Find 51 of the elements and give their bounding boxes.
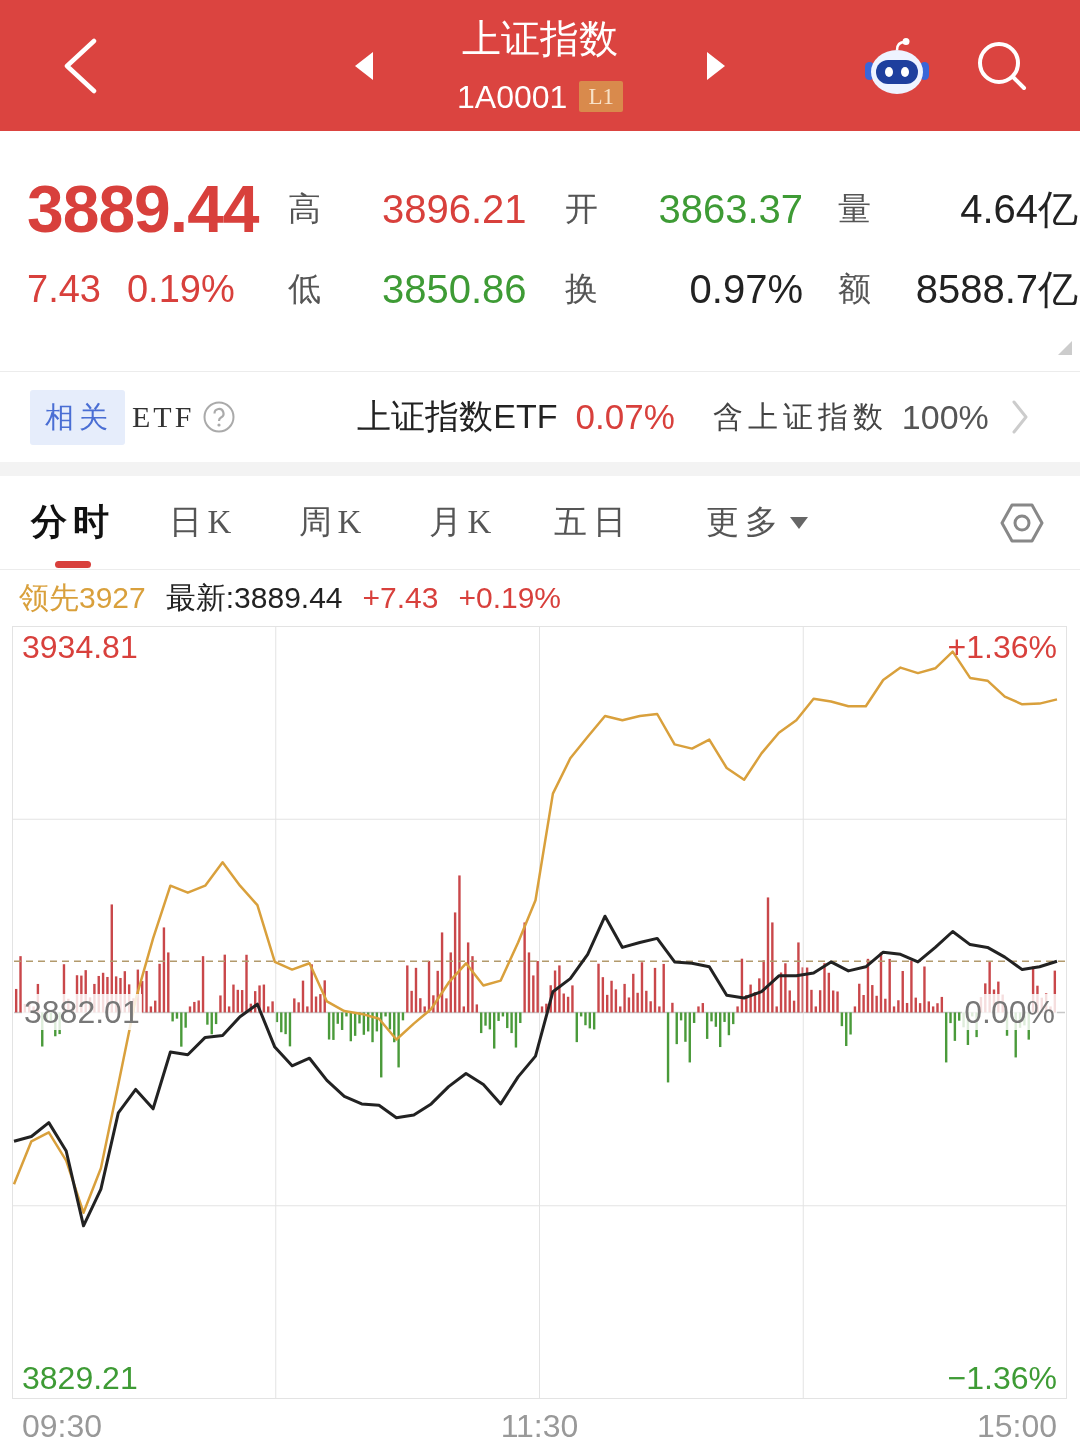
holding-percent: 100% (901, 397, 989, 437)
legend-value: 领先3927 (19, 580, 146, 616)
legend-percent-change: +0.19% (458, 580, 562, 616)
chart-tab[interactable]: 分时 (8, 476, 138, 569)
legend-change: +7.43 (362, 580, 439, 616)
settings-icon[interactable] (1000, 502, 1044, 543)
help-icon[interactable] (203, 401, 236, 433)
stat-value: 4.64亿 (959, 186, 1078, 232)
caret-icon (790, 516, 808, 529)
stock-code: 1A0001 (457, 78, 568, 115)
fund-name: 上证指数ETF (357, 396, 558, 437)
left-triangle-icon[interactable] (355, 51, 374, 80)
chart-tab[interactable]: 五日 (528, 476, 658, 569)
time-axis-label: 09:30 (22, 1407, 103, 1445)
percent-axis-label: −1.36% (947, 1360, 1057, 1397)
etf-label: ETF (132, 400, 195, 434)
percent-axis-label: +1.36% (947, 628, 1057, 665)
stat-label: 低 (288, 270, 322, 309)
stat-label: 开 (565, 190, 599, 229)
stat-value: 3863.37 (658, 186, 803, 232)
price-axis-label: 3934.81 (22, 628, 138, 665)
price-change: 7.43 (27, 267, 101, 311)
stat-label: 额 (837, 270, 872, 309)
level-badge: L1 (579, 81, 623, 112)
page-title: 上证指数 (462, 16, 618, 61)
time-axis-label: 11:30 (500, 1407, 579, 1445)
stat-label: 量 (837, 190, 872, 229)
last-price: 3889.44 (27, 171, 260, 247)
stat-value: 8588.7亿 (914, 266, 1078, 312)
holding-label: 含上证指数 (712, 398, 888, 435)
fund-change: 0.07% (575, 397, 675, 437)
percent-axis-label: 0.00% (962, 994, 1057, 1031)
stat-value: 0.97% (688, 266, 803, 312)
stat-label: 换 (565, 270, 599, 309)
back-icon[interactable] (63, 37, 97, 94)
stat-value: 3850.86 (382, 266, 528, 312)
right-triangle-icon[interactable] (706, 51, 725, 80)
percent-change: 0.19% (126, 267, 235, 311)
price-axis-label: 3829.21 (22, 1360, 138, 1397)
search-icon[interactable] (977, 40, 1027, 91)
related-tag: 相关 (30, 389, 125, 445)
chart-tab[interactable]: 周K (268, 476, 398, 569)
legend-value: 最新:3889.44 (165, 580, 343, 616)
chart-tab[interactable]: 更多 (658, 476, 808, 569)
chart-tab[interactable]: 月K (398, 476, 528, 569)
time-axis-label: 15:00 (976, 1407, 1057, 1445)
price-axis-label: 3882.01 (22, 994, 142, 1031)
chart-tab[interactable]: 日K (138, 476, 268, 569)
robot-icon[interactable] (864, 36, 930, 95)
stat-value: 3896.21 (382, 186, 528, 232)
stat-label: 高 (288, 190, 322, 229)
